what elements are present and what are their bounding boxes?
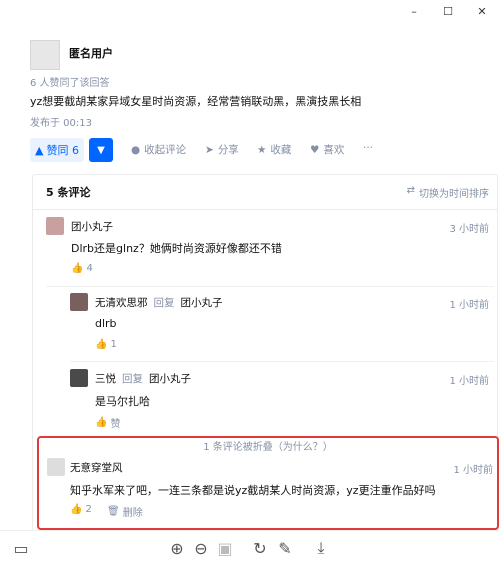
zoom-out-icon[interactable]: ⊖ <box>192 539 210 558</box>
thumbs-up-icon: 👍 <box>95 417 108 428</box>
edit-icon[interactable]: ✎ <box>276 539 294 558</box>
collect-label: 收藏 <box>270 144 292 156</box>
reply-header: 无清欢思邪 回复 团小丸子 <box>95 295 223 310</box>
sort-toggle[interactable]: ⇄ 切换为时间排序 <box>407 185 489 200</box>
thumbs-up-icon: 👍 <box>95 339 108 350</box>
avatar[interactable] <box>46 217 64 235</box>
swap-icon: ⇄ <box>406 185 415 196</box>
minimize-button[interactable]: – <box>397 0 431 22</box>
star-icon: ★ <box>257 143 267 156</box>
comment-like-count: 赞 <box>110 419 121 430</box>
comment-like-button[interactable]: 👍 赞 <box>95 415 120 430</box>
share-button[interactable]: ➤ 分享 <box>205 142 239 157</box>
heart-icon: ♥ <box>310 143 320 156</box>
zoom-in-icon[interactable]: ⊕ <box>168 539 186 558</box>
avatar[interactable] <box>70 369 88 387</box>
avatar[interactable] <box>47 458 65 476</box>
comment-time: 3 小时前 <box>449 224 489 235</box>
reply-header: 三悦 回复 团小丸子 <box>95 371 191 386</box>
comment-author[interactable]: 无意穿堂风 <box>70 460 123 475</box>
comment-like-button[interactable]: 👍 1 <box>95 339 117 350</box>
rotate-icon[interactable]: ↻ <box>251 539 269 558</box>
share-icon: ➤ <box>205 143 214 156</box>
like-button[interactable]: ♥ 喜欢 <box>310 142 344 157</box>
more-button[interactable]: ··· <box>363 142 373 154</box>
posted-time: 发布于 00:13 <box>30 118 92 129</box>
comment-author[interactable]: 三悦 <box>95 371 116 386</box>
share-label: 分享 <box>217 144 239 156</box>
comment-text: 知乎水军来了吧，一连三条都是说yz截胡某人时尚资源，yz更注重作品好吗 <box>70 484 436 497</box>
comment-like-count: 4 <box>86 263 93 274</box>
comments-header: 5 条评论 ⇄ 切换为时间排序 <box>33 175 497 210</box>
comment-like-count: 1 <box>110 339 117 350</box>
upvote-button[interactable]: ▲ 赞同 6 <box>30 138 84 162</box>
comment-author[interactable]: 无清欢思邪 <box>95 295 148 310</box>
reply-word: 回复 <box>122 373 143 385</box>
comment-like-button[interactable]: 👍 2 <box>70 504 92 515</box>
divider <box>46 286 494 287</box>
triangle-down-icon: ▼ <box>97 144 105 156</box>
maximize-button[interactable]: ☐ <box>431 0 465 22</box>
layout-icon[interactable]: ▭ <box>12 539 30 558</box>
comment-text: Dlrb还是glnz？她俩时尚资源好像都还不错 <box>71 242 282 255</box>
highlight-box: 1 条评论被折叠（为什么？） 无意穿堂风 1 小时前 知乎水军来了吧，一连三条都… <box>37 436 499 530</box>
sort-label: 切换为时间排序 <box>419 189 489 200</box>
window-controls: – ☐ ✕ <box>397 0 499 22</box>
download-icon[interactable]: ⤓ <box>312 538 330 557</box>
upvote-label: 赞同 6 <box>46 144 79 157</box>
trash-icon: 🗑 <box>107 506 120 517</box>
author-name[interactable]: 匿名用户 <box>69 45 113 61</box>
thumbs-up-icon: 👍 <box>70 504 83 515</box>
triangle-up-icon: ▲ <box>35 143 44 157</box>
comment-author[interactable]: 团小丸子 <box>71 219 113 234</box>
collapse-comments-label: 收起评论 <box>144 144 187 156</box>
folded-notice[interactable]: 1 条评论被折叠（为什么？） <box>39 438 497 453</box>
thumbs-up-icon: 👍 <box>71 263 84 274</box>
fit-icon[interactable]: ▣ <box>216 539 234 558</box>
answer-body: yz想要截胡某家异域女星时尚资源，经常营销联动黑，黑演技黑长相 <box>30 95 362 108</box>
comment-text: 是马尔扎哈 <box>95 395 150 408</box>
reply-target[interactable]: 团小丸子 <box>181 295 223 310</box>
collect-button[interactable]: ★ 收藏 <box>257 142 291 157</box>
collapse-comments-button[interactable]: ● 收起评论 <box>131 142 186 157</box>
viewer-toolbar: ▭ ⊕ ⊖ ▣ ↻ ✎ ⤓ <box>0 530 499 571</box>
comment-count: 5 条评论 <box>46 186 91 199</box>
comment-icon: ● <box>131 143 141 156</box>
likes-summary[interactable]: 6 人赞同了该回答 <box>30 74 110 89</box>
like-label: 喜欢 <box>323 144 345 156</box>
avatar[interactable] <box>70 293 88 311</box>
comment-text: dlrb <box>95 317 117 330</box>
comment-time: 1 小时前 <box>453 465 493 476</box>
reply-word: 回复 <box>153 297 175 309</box>
reply-target[interactable]: 团小丸子 <box>149 371 191 386</box>
comment-like-count: 2 <box>85 504 92 515</box>
divider <box>70 361 494 362</box>
avatar[interactable] <box>30 40 60 70</box>
comment-time: 1 小时前 <box>449 376 489 387</box>
close-button[interactable]: ✕ <box>465 0 499 22</box>
delete-button[interactable]: 🗑 删除 <box>107 504 143 519</box>
comment-time: 1 小时前 <box>449 300 489 311</box>
comment-like-button[interactable]: 👍 4 <box>71 263 93 274</box>
delete-label: 删除 <box>122 508 143 519</box>
downvote-button[interactable]: ▼ <box>89 138 113 162</box>
